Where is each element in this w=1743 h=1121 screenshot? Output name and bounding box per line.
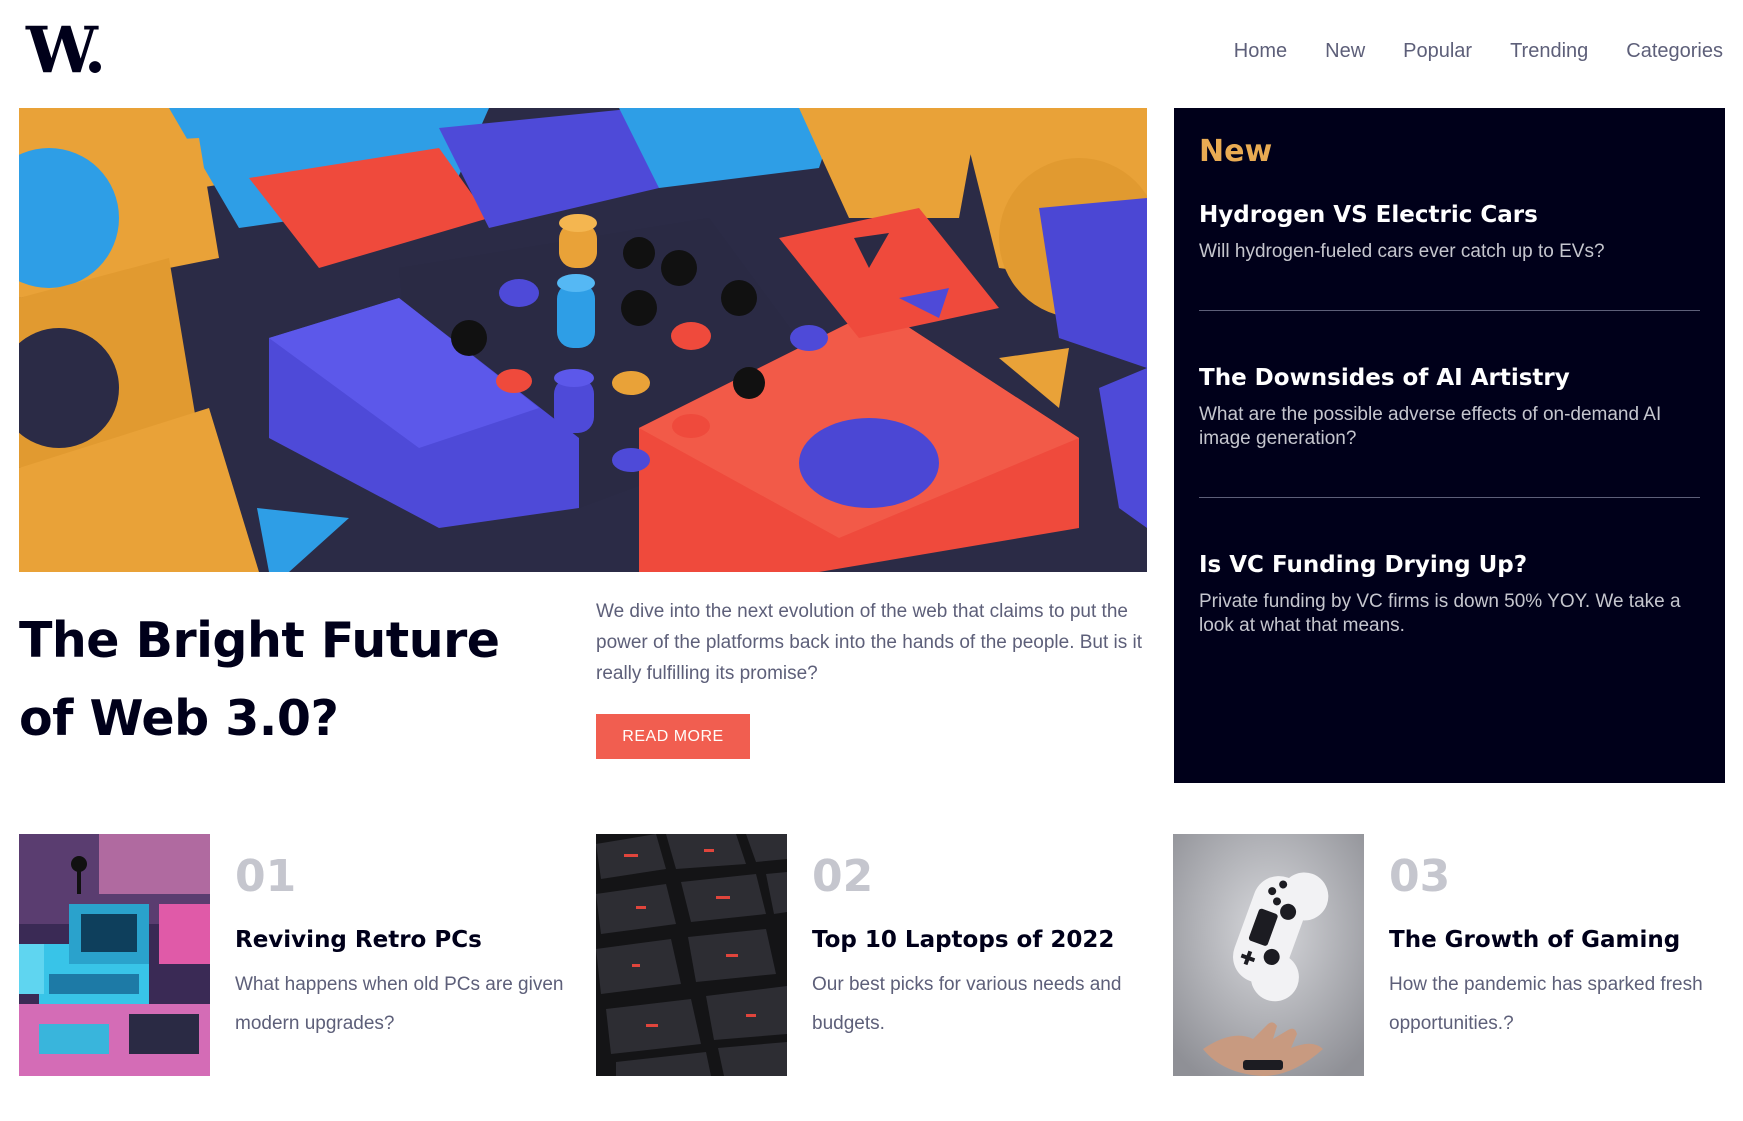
- logo[interactable]: W.: [26, 13, 110, 88]
- card-top-laptops[interactable]: 02 Top 10 Laptops of 2022 Our best picks…: [596, 834, 1156, 1076]
- hero-description: We dive into the next evolution of the w…: [596, 601, 1143, 684]
- new-item-description: Will hydrogen-fueled cars ever catch up …: [1199, 241, 1605, 262]
- main-nav: Home New Popular Trending Categories: [1215, 38, 1723, 64]
- new-item[interactable]: Is VC Funding Drying Up? Private funding…: [1199, 550, 1700, 638]
- new-item-description: Private funding by VC firms is down 50% …: [1199, 591, 1681, 636]
- new-item-title[interactable]: Is VC Funding Drying Up?: [1199, 550, 1700, 580]
- hero-image: [19, 108, 1147, 572]
- new-heading: New: [1199, 134, 1273, 169]
- hero-illustration: [19, 108, 1147, 572]
- new-item-title[interactable]: The Downsides of AI Artistry: [1199, 363, 1700, 393]
- nav-item-new[interactable]: New: [1306, 38, 1384, 64]
- retro-pc-illustration: [19, 834, 210, 1076]
- card-number: 01: [235, 851, 297, 902]
- hero-title: The Bright Future of Web 3.0?: [19, 612, 500, 747]
- card-retro-pcs[interactable]: 01 Reviving Retro PCs What happens when …: [19, 834, 579, 1076]
- nav-item-popular[interactable]: Popular: [1384, 38, 1491, 64]
- new-item[interactable]: The Downsides of AI Artistry What are th…: [1199, 363, 1700, 451]
- gamepad-illustration: [1173, 834, 1364, 1076]
- logo-text: W.: [26, 13, 106, 88]
- card-description: What happens when old PCs are given mode…: [235, 974, 564, 1034]
- card-title[interactable]: The Growth of Gaming: [1389, 925, 1680, 955]
- divider: [1199, 497, 1700, 498]
- card-number: 03: [1389, 851, 1451, 902]
- new-item-description: What are the possible adverse effects of…: [1199, 404, 1662, 449]
- read-more-button[interactable]: READ MORE: [596, 714, 750, 759]
- nav-item-trending[interactable]: Trending: [1491, 38, 1607, 64]
- retro-pc-image: [19, 834, 210, 1076]
- nav-item-categories[interactable]: Categories: [1607, 38, 1723, 64]
- new-panel: New Hydrogen VS Electric Cars Will hydro…: [1174, 108, 1725, 783]
- card-title[interactable]: Top 10 Laptops of 2022: [812, 925, 1114, 955]
- card-title[interactable]: Reviving Retro PCs: [235, 925, 482, 955]
- card-number: 02: [812, 851, 874, 902]
- card-description: How the pandemic has sparked fresh oppor…: [1389, 974, 1703, 1034]
- keyboard-illustration: [596, 834, 787, 1076]
- gamepad-image: [1173, 834, 1364, 1076]
- new-item-title[interactable]: Hydrogen VS Electric Cars: [1199, 200, 1700, 230]
- card-growth-gaming[interactable]: 03 The Growth of Gaming How the pandemic…: [1173, 834, 1733, 1076]
- nav-item-home[interactable]: Home: [1215, 38, 1306, 64]
- new-item[interactable]: Hydrogen VS Electric Cars Will hydrogen-…: [1199, 200, 1700, 264]
- card-description: Our best picks for various needs and bud…: [812, 974, 1122, 1034]
- divider: [1199, 310, 1700, 311]
- laptop-keyboard-image: [596, 834, 787, 1076]
